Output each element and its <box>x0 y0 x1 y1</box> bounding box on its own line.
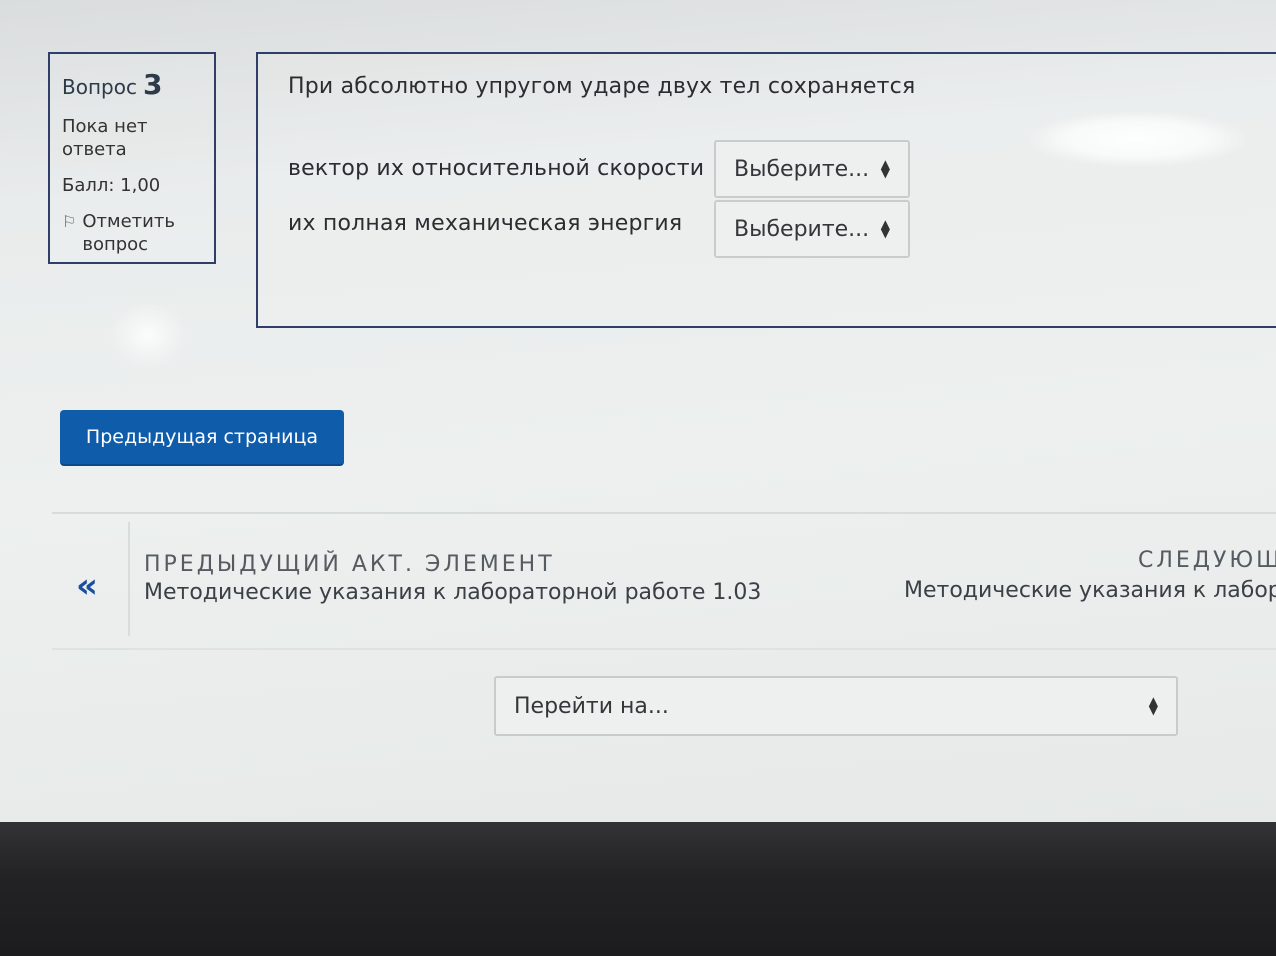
question-state: Пока нет ответа <box>62 116 148 160</box>
jump-to-select[interactable]: Перейти на... ▲ ▼ <box>494 676 1178 736</box>
question-number-value: 3 <box>142 68 163 101</box>
match-select-1[interactable]: Выберите... ▲ ▼ <box>714 140 910 198</box>
question-content-panel: При абсолютно упругом ударе двух тел сох… <box>256 52 1276 328</box>
flag-icon: ⚐ <box>62 212 77 231</box>
match-select-2[interactable]: Выберите... ▲ ▼ <box>714 200 910 258</box>
flag-question-label: Отметить вопрос <box>82 211 175 255</box>
match-row-label: их полная механическая энергия <box>288 211 683 236</box>
divider <box>52 512 1276 514</box>
next-activity-link[interactable]: Методические указания к лабора <box>904 578 1276 603</box>
jump-to-value: Перейти на... <box>514 693 669 719</box>
sort-arrows-icon: ▲ ▼ <box>880 157 890 180</box>
match-select-value: Выберите... <box>734 216 870 242</box>
double-chevron-left-icon[interactable]: « <box>76 566 98 606</box>
match-row-label: вектор их относительной скорости <box>288 156 705 181</box>
question-text: При абсолютно упругом ударе двух тел сох… <box>288 74 916 99</box>
flag-question-link[interactable]: ⚐ Отметить вопрос <box>62 210 204 256</box>
question-info-panel: Вопрос 3 Пока нет ответа Балл: 1,00 ⚐ От… <box>48 52 216 264</box>
question-number: Вопрос 3 <box>62 68 204 101</box>
screen-glare-small <box>108 300 188 370</box>
prev-activity-link[interactable]: Методические указания к лабораторной раб… <box>144 580 761 605</box>
prev-activity-caption[interactable]: ПРЕДЫДУЩИЙ АКТ. ЭЛЕМЕНТ <box>144 552 555 577</box>
sort-arrows-icon: ▲ ▼ <box>880 217 890 240</box>
browser-screen: Вопрос 3 Пока нет ответа Балл: 1,00 ⚐ От… <box>0 0 1276 822</box>
next-activity-caption[interactable]: СЛЕДУЮЩ <box>1138 548 1276 573</box>
previous-page-button[interactable]: Предыдущая страница <box>60 410 344 464</box>
question-label: Вопрос <box>62 75 137 99</box>
monitor-bezel <box>0 822 1276 956</box>
divider <box>52 648 1276 650</box>
question-grade: Балл: 1,00 <box>62 175 161 196</box>
nav-separator <box>128 522 130 636</box>
sort-arrows-icon: ▲ ▼ <box>1148 694 1158 717</box>
match-select-value: Выберите... <box>734 156 870 182</box>
